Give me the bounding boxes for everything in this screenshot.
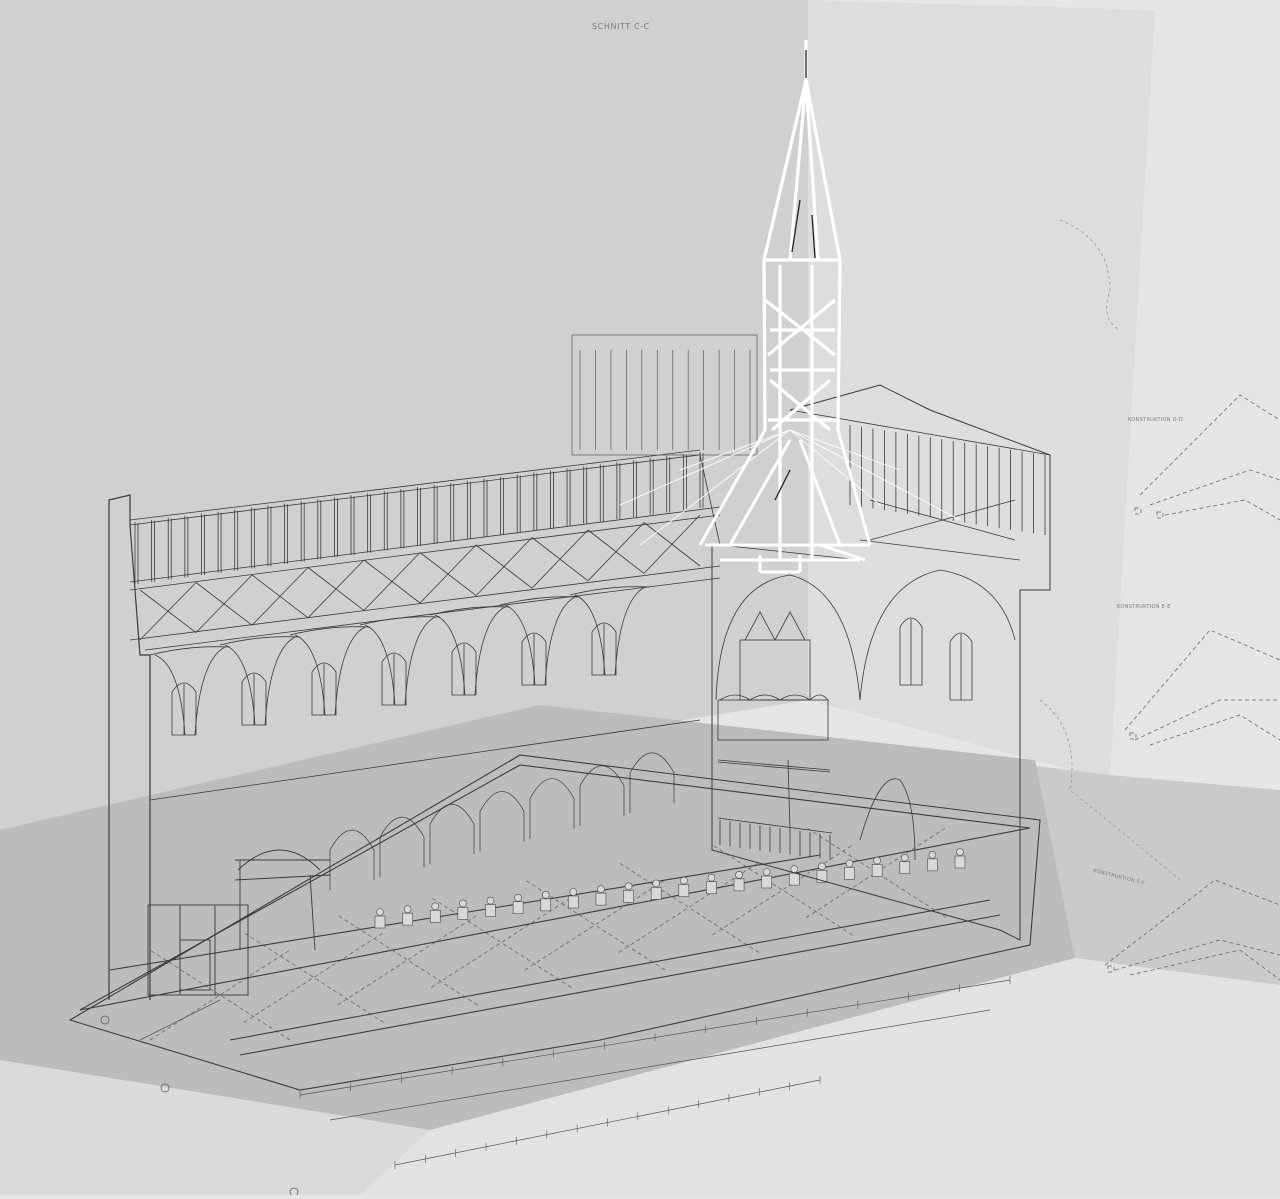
section-title: SCHNITT C-C <box>592 22 650 31</box>
side-wall-panel <box>808 0 1155 780</box>
pew-figure-head <box>597 885 605 893</box>
pew-figure-head <box>818 862 826 871</box>
pew-figure-body <box>650 887 662 900</box>
background-planes <box>0 0 1280 1195</box>
pew-figure-head <box>652 879 660 888</box>
pew-figure-head <box>403 905 412 913</box>
pew-figure-head <box>541 891 550 899</box>
back-wall-panel <box>0 0 808 830</box>
pew-figure-body <box>512 901 524 915</box>
pew-figure-body <box>899 861 911 875</box>
construction-label-e: KONSTRUKTION E-E <box>1117 604 1171 610</box>
pew-figure-head <box>376 908 384 916</box>
pew-figure-body <box>788 872 800 886</box>
pew-figure-head <box>900 853 909 862</box>
pew-figure-body <box>844 867 855 880</box>
pew-figure-head <box>514 893 522 902</box>
pew-figure-body <box>678 884 690 897</box>
pew-figure-head <box>707 873 716 882</box>
pew-figure-head <box>431 902 440 911</box>
pew-figure-head <box>762 868 771 876</box>
pew-figure-body <box>954 855 966 869</box>
pew-figure-head <box>956 848 964 856</box>
church-axonometric-drawing <box>0 0 1280 1197</box>
pew-figure-head <box>486 896 495 905</box>
pew-figure-body <box>402 912 413 926</box>
pew-figure-body <box>623 889 634 903</box>
pew-figure-head <box>873 856 881 865</box>
pew-figure-body <box>927 858 938 872</box>
pew-figure-head <box>459 899 467 908</box>
pew-figure-body <box>761 875 772 889</box>
pew-figure-head <box>735 871 743 879</box>
pew-figure-body <box>374 915 386 929</box>
pew-figure-body <box>733 878 745 892</box>
pew-figure-body <box>540 898 552 912</box>
pew-figure-head <box>790 865 799 873</box>
pew-figure-head <box>624 882 633 891</box>
pew-figure-body <box>706 881 717 895</box>
pew-figure-body <box>595 892 607 906</box>
pew-figure-head <box>569 888 578 896</box>
pew-figure-head <box>845 859 854 868</box>
pew-figure-body <box>871 864 883 877</box>
pew-figure-body <box>457 907 469 920</box>
pew-figure-body <box>568 895 579 909</box>
pew-figure-head <box>928 851 937 859</box>
construction-label-d: KONSTRUKTION D-D <box>1128 417 1184 423</box>
pew-figure-body <box>485 904 496 917</box>
pew-figure-body <box>429 909 441 923</box>
drawing-canvas: SCHNITT C-C KONSTRUKTION D-D KONSTRUKTIO… <box>0 0 1280 1197</box>
pew-figure-head <box>680 876 688 885</box>
